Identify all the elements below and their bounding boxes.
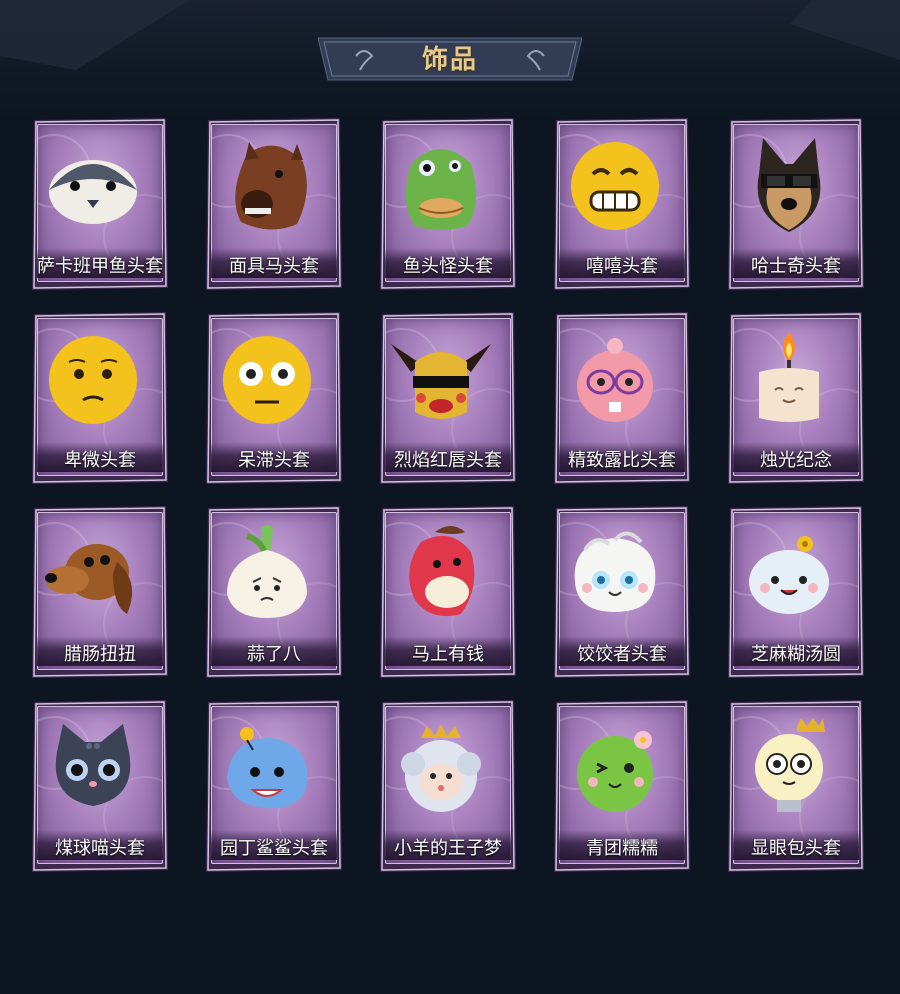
dazed-face-icon [223, 336, 311, 424]
accessory-card[interactable]: 嘻嘻头套 [552, 118, 692, 290]
card-label: 马上有钱 [412, 644, 484, 664]
grinning-face-icon [571, 142, 659, 230]
accessory-card[interactable]: 芝麻糊汤圆 [726, 506, 866, 678]
card-label: 煤球喵头套 [55, 838, 145, 858]
accessory-card[interactable]: 饺饺者头套 [552, 506, 692, 678]
card-label: 哈士奇头套 [751, 256, 841, 276]
card-label: 小羊的王子梦 [394, 838, 502, 858]
lightbulb-head-icon [755, 718, 825, 812]
red-horse-head-icon [409, 526, 475, 617]
accessory-card[interactable]: 马上有钱 [378, 506, 518, 678]
black-cat-head-icon [55, 724, 131, 806]
accessory-card[interactable]: 显眼包头套 [726, 700, 866, 872]
accessory-card[interactable]: 鱼头怪头套 [378, 118, 518, 290]
ruby-beaver-head-icon [577, 338, 653, 422]
dachshund-head-icon [45, 544, 133, 614]
horse-head-icon [235, 142, 307, 230]
section-header: 饰品 [318, 34, 582, 82]
fish-head-icon [49, 160, 137, 224]
accessory-card[interactable]: 腊肠扭扭 [30, 506, 170, 678]
tangyuan-head-icon [749, 536, 829, 614]
crowned-sheep-head-icon [401, 724, 481, 812]
candle-head-icon [759, 332, 819, 422]
card-label: 嘻嘻头套 [586, 256, 658, 276]
section-title: 饰品 [421, 44, 478, 74]
card-label: 卑微头套 [64, 450, 136, 470]
card-label: 烈焰红唇头套 [394, 450, 502, 470]
card-label: 青团糯糯 [586, 838, 658, 858]
card-label: 饺饺者头套 [577, 644, 667, 664]
accessory-card[interactable]: 园丁鲨鲨头套 [204, 700, 344, 872]
accessory-card[interactable]: 小羊的王子梦 [378, 700, 518, 872]
card-label: 呆滞头套 [238, 450, 310, 470]
card-label: 鱼头怪头套 [403, 256, 493, 276]
card-label: 芝麻糊汤圆 [751, 644, 841, 664]
accessory-card[interactable]: 卑微头套 [30, 312, 170, 484]
card-label: 面具马头套 [229, 256, 319, 276]
red-lips-head-icon [391, 344, 491, 419]
card-label: 园丁鲨鲨头套 [220, 838, 328, 858]
accessory-card[interactable]: 青团糯糯 [552, 700, 692, 872]
accessory-card[interactable]: 精致露比头套 [552, 312, 692, 484]
card-label: 萨卡班甲鱼头套 [37, 256, 163, 276]
accessory-card[interactable]: 萨卡班甲鱼头套 [30, 118, 170, 290]
card-label: 显眼包头套 [751, 838, 841, 858]
fish-monster-head-icon [405, 149, 477, 230]
accessory-card[interactable]: 面具马头套 [204, 118, 344, 290]
card-label: 腊肠扭扭 [64, 644, 136, 664]
garlic-head-icon [227, 525, 307, 618]
dumpling-head-icon [574, 531, 656, 612]
accessory-card[interactable]: 煤球喵头套 [30, 700, 170, 872]
accessory-card[interactable]: 呆滞头套 [204, 312, 344, 484]
card-label: 蒜了八 [247, 644, 301, 664]
card-label: 精致露比头套 [568, 450, 676, 470]
shark-head-icon [227, 727, 308, 809]
card-label: 烛光纪念 [760, 450, 832, 470]
husky-head-icon [757, 138, 821, 232]
accessory-card[interactable]: 哈士奇头套 [726, 118, 866, 290]
accessory-card[interactable]: 烈焰红唇头套 [378, 312, 518, 484]
green-dumpling-head-icon [577, 731, 653, 812]
accessory-card[interactable]: 蒜了八 [204, 506, 344, 678]
pleading-face-icon [49, 336, 137, 424]
accessory-card[interactable]: 烛光纪念 [726, 312, 866, 484]
accessory-grid: 萨卡班甲鱼头套 面具马头套 鱼头怪头套 嘻嘻头套 哈士奇头套 卑微头套 呆滞头套… [30, 118, 866, 872]
